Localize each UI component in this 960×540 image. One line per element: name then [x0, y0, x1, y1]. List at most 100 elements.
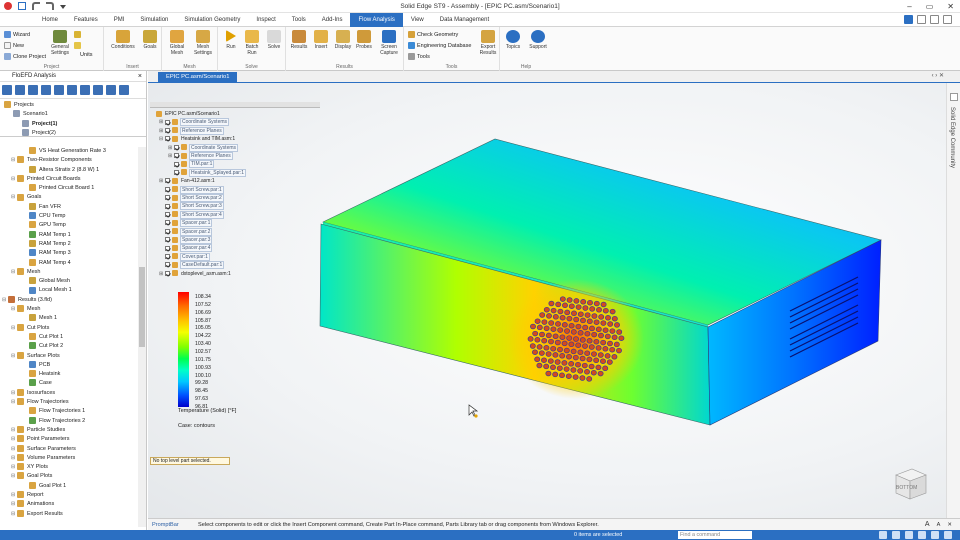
- status-icon-3[interactable]: [905, 531, 913, 539]
- tree-item[interactable]: ⊟ Point Parameters: [0, 435, 138, 444]
- menu-tab-features[interactable]: Features: [66, 13, 106, 27]
- visibility-checkbox[interactable]: [165, 119, 170, 125]
- tree-item[interactable]: Global Mesh: [0, 277, 138, 286]
- tree-item[interactable]: Mesh 1: [0, 314, 138, 323]
- project-item[interactable]: Projects: [0, 101, 146, 110]
- tree-item[interactable]: Fan VFR: [0, 202, 138, 212]
- pathfinder-item[interactable]: Cover.par:1: [159, 252, 210, 261]
- project-item[interactable]: Project(1): [0, 119, 146, 129]
- pathfinder-item[interactable]: ⊞ Reference Planes: [168, 152, 233, 160]
- menu-tab-simulation-geometry[interactable]: Simulation Geometry: [176, 13, 248, 27]
- pathfinder-item[interactable]: CaseDefault.par:1: [159, 261, 225, 270]
- tree-item[interactable]: PCB: [0, 360, 138, 370]
- tree-item[interactable]: GPU Temp: [0, 221, 138, 230]
- visibility-checkbox[interactable]: [165, 186, 170, 192]
- tree-item[interactable]: ⊟ Particle Studies: [0, 425, 138, 435]
- menu-tab-home[interactable]: Home: [34, 13, 66, 27]
- tree-item[interactable]: ⊟ Mesh: [0, 305, 138, 314]
- pathfinder-item[interactable]: Heatsink_Splayed.par:1: [168, 168, 247, 177]
- tree-item[interactable]: ⊟ Goals: [0, 193, 138, 202]
- tree-item[interactable]: ⊟ Results (3.fld): [0, 295, 138, 305]
- minimize-ribbon-icon[interactable]: [917, 15, 926, 24]
- toolbar-icon-5[interactable]: [54, 85, 64, 95]
- tree-item[interactable]: CPU Temp: [0, 212, 138, 221]
- tree-item[interactable]: Printed Circuit Board 1: [0, 184, 138, 193]
- close-doc-icon[interactable]: [943, 15, 952, 24]
- panel-close-icon[interactable]: ×: [138, 71, 142, 82]
- tree-item[interactable]: Heatsink: [0, 370, 138, 379]
- visibility-checkbox[interactable]: [165, 237, 170, 243]
- tree-item[interactable]: ⊟ Mesh: [0, 267, 138, 277]
- visibility-checkbox[interactable]: [174, 144, 179, 150]
- tree-item[interactable]: ⊟ Flow Trajectories: [0, 398, 138, 407]
- tree-item[interactable]: ⊟ Surface Parameters: [0, 444, 138, 454]
- mesh-settings-button[interactable]: Mesh Settings: [190, 30, 216, 56]
- global-mesh-button[interactable]: Global Mesh: [166, 30, 188, 56]
- pathfinder-item[interactable]: Short Screw.par:3: [159, 202, 224, 211]
- status-icon-5[interactable]: [931, 531, 939, 539]
- support-button[interactable]: Support: [526, 30, 550, 50]
- pathfinder-item[interactable]: TIM.par:1: [168, 160, 215, 169]
- pathfinder-item[interactable]: Short Screw.par:2: [159, 194, 224, 202]
- maximize-icon[interactable]: ▭: [926, 2, 934, 11]
- toolbar-icon-9[interactable]: [106, 85, 116, 95]
- tool-b-icon[interactable]: [74, 42, 81, 49]
- tree-item[interactable]: ⊟ Isosurfaces: [0, 388, 138, 398]
- tree-item[interactable]: RAM Temp 3: [0, 249, 138, 258]
- tree-item[interactable]: Goal Plot 1: [0, 481, 138, 491]
- tree-item[interactable]: ⊟ Animations: [0, 500, 138, 509]
- conditions-button[interactable]: Conditions: [108, 30, 138, 50]
- menu-tab-add-ins[interactable]: Add-Ins: [314, 13, 351, 27]
- tree-item[interactable]: ⊟ Goal Plots: [0, 472, 138, 481]
- pathfinder-item[interactable]: Spacer.par:3: [159, 236, 213, 244]
- probes-button[interactable]: Probes: [354, 30, 374, 50]
- project-item[interactable]: Scenario1: [0, 110, 146, 119]
- visibility-checkbox[interactable]: [174, 169, 179, 175]
- menu-tab-pmi[interactable]: PMI: [106, 13, 133, 27]
- tree-item[interactable]: RAM Temp 1: [0, 230, 138, 240]
- find-command-input[interactable]: Find a command: [678, 531, 752, 539]
- visibility-checkbox[interactable]: [165, 228, 170, 234]
- project-item[interactable]: Project(2): [0, 128, 146, 138]
- visibility-checkbox[interactable]: [165, 245, 170, 251]
- tree-item[interactable]: ⊟ Two-Resistor Components: [0, 156, 138, 165]
- visibility-checkbox[interactable]: [174, 161, 179, 167]
- tree-item[interactable]: ⊟ Report: [0, 491, 138, 500]
- visibility-checkbox[interactable]: [165, 211, 170, 217]
- check-geometry-button[interactable]: Check Geometry: [408, 31, 458, 38]
- screen-capture-button[interactable]: Screen Capture: [376, 30, 402, 56]
- pathfinder-item[interactable]: Spacer.par:1: [159, 219, 213, 228]
- wizard-button[interactable]: Wizard: [4, 31, 30, 38]
- clone-project-button[interactable]: Clone Project: [4, 53, 46, 60]
- tree-item[interactable]: Case: [0, 379, 138, 388]
- tree-item[interactable]: ⊟ Cut Plots: [0, 323, 138, 333]
- menu-tab-inspect[interactable]: Inspect: [248, 13, 283, 27]
- menu-tab-view[interactable]: View: [403, 13, 432, 27]
- tree-item[interactable]: Cut Plot 2: [0, 342, 138, 351]
- visibility-checkbox[interactable]: [165, 270, 170, 276]
- goals-button[interactable]: Goals: [140, 30, 160, 50]
- pathfinder-item[interactable]: ⊟ Heatsink and TIM.asm:1: [159, 135, 236, 143]
- visibility-checkbox[interactable]: [165, 136, 170, 142]
- tree-item[interactable]: ⊟ Printed Circuit Boards: [0, 174, 138, 184]
- pathfinder-scrollbar[interactable]: [150, 102, 320, 108]
- pathfinder-item[interactable]: Spacer.par:2: [159, 227, 213, 236]
- tree-item[interactable]: VS Heat Generation Rate 3: [0, 147, 138, 156]
- tree-item[interactable]: Local Mesh 1: [0, 286, 138, 295]
- pathfinder-item[interactable]: ⊞ Coordinate Systems: [159, 118, 230, 127]
- menu-tab-simulation[interactable]: Simulation: [132, 13, 176, 27]
- status-icon-6[interactable]: [944, 531, 952, 539]
- tree-item[interactable]: RAM Temp 2: [0, 240, 138, 249]
- solid-edge-community-tab[interactable]: Solid Edge Community: [949, 107, 955, 168]
- tree-scroll-thumb[interactable]: [139, 267, 145, 347]
- display-button[interactable]: Display: [332, 30, 354, 50]
- run-button[interactable]: Run: [222, 30, 240, 50]
- toolbar-icon-7[interactable]: [80, 85, 90, 95]
- status-icon-2[interactable]: [892, 531, 900, 539]
- side-panel-pin-icon[interactable]: [950, 93, 958, 101]
- batch-run-button[interactable]: Batch Run: [242, 30, 262, 56]
- menu-tab-flow-analysis[interactable]: Flow Analysis: [350, 13, 403, 27]
- topics-button[interactable]: Topics: [502, 30, 524, 50]
- toolbar-icon-10[interactable]: [119, 85, 129, 95]
- tree-item[interactable]: ⊟ Volume Parameters: [0, 453, 138, 463]
